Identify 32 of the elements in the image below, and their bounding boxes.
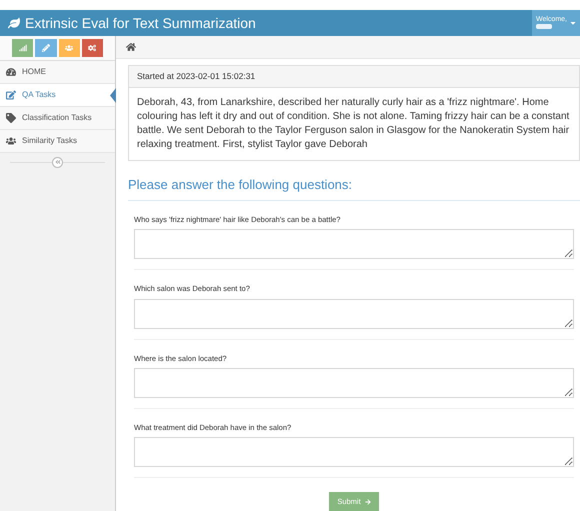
users-icon: [6, 136, 16, 146]
dashboard-icon: [6, 67, 16, 77]
panel-heading: Started at 2023-02-01 15:02:31: [137, 70, 256, 83]
caret-icon: [569, 19, 577, 27]
home-icon[interactable]: [126, 42, 136, 52]
shortcut-button[interactable]: [35, 39, 56, 57]
arrow-right-icon: [364, 498, 371, 504]
users-icon: [65, 44, 74, 52]
active-pointer-icon: [110, 88, 116, 103]
answer-field[interactable]: [134, 437, 574, 467]
shortcut-button[interactable]: [58, 39, 80, 57]
gears-icon: [88, 44, 96, 52]
answer-field[interactable]: [134, 368, 574, 398]
shortcut-button[interactable]: [82, 39, 103, 57]
sidebar-item[interactable]: HOME: [0, 61, 115, 84]
answer-field[interactable]: [134, 298, 574, 328]
sidebar-item[interactable]: Classification Tasks: [0, 107, 115, 130]
collapse-button[interactable]: [52, 156, 63, 168]
pencil-icon: [42, 44, 50, 52]
sidebar-item[interactable]: QA Tasks: [0, 84, 115, 107]
double-chevron-icon: [54, 159, 60, 165]
leaf-icon: [8, 17, 20, 29]
shortcut-button[interactable]: [12, 39, 34, 57]
form-heading: Please answer the following questions:: [128, 177, 352, 192]
article-text: Deborah, 43, from Lanarkshire, described her naturally curly hair as a 'frizz nightmare'. Home colouring has left it dry and out of condition. She is not alone. Taming frizzy hair can be a constant battle. We sent Deborah to the Taylor Ferguson salon in Glasgow for the Nanokeratin System hair relaxing treatment. First, stylist Taylor gave Deborah: [136, 96, 570, 152]
avatar-icon: [536, 23, 552, 30]
edit-icon: [6, 90, 16, 100]
tag-icon: [6, 113, 16, 123]
answer-field[interactable]: [134, 229, 574, 260]
sidebar-item[interactable]: Similarity Tasks: [0, 130, 115, 153]
signal-icon: [18, 44, 27, 52]
app-title: Extrinsic Eval for Text Summarization: [25, 14, 256, 32]
